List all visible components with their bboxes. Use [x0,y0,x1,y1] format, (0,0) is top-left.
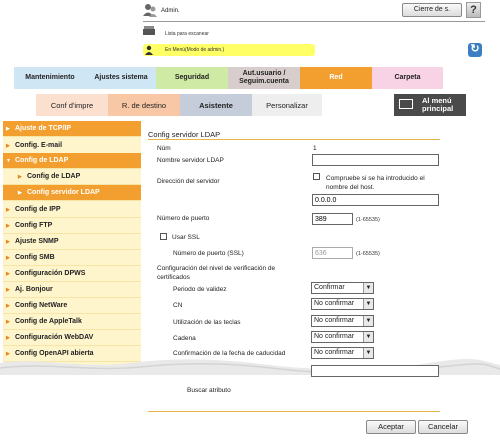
cn-select[interactable]: No confirmar ▼ [311,298,374,310]
subtab-label: R. de destino [121,100,167,110]
sidebar-item-tcpip[interactable]: Ajuste de TCP/IP [3,121,141,137]
tab-personalizar[interactable]: Personalizar [252,94,322,116]
tab-red[interactable]: Red [300,67,372,89]
chain-select[interactable]: No confirmar ▼ [311,331,374,343]
search-attribute-label: Buscar atributo [187,387,231,394]
sidebar-item-netware[interactable]: Config NetWare [3,298,141,314]
main-menu-button[interactable]: Al menú principal [394,94,466,116]
tab-label: Red [329,74,343,81]
cn-select-value: No confirmar [314,300,355,307]
sidebar-item-dpws[interactable]: Configuración DPWS [3,266,141,282]
chevron-down-icon: ▼ [363,299,373,309]
check-host-label: Compruebe si se ha introducido el nombre… [326,175,425,191]
tab-label: Aut.usuario / Seguim.cuenta [239,70,289,85]
mode-label: En Menú(Modo de admin.) [165,47,225,53]
tab-seguridad[interactable]: Seguridad [156,67,228,89]
scan-list-label[interactable]: Lista para escanear [165,31,209,37]
admin-mode-icon [145,45,153,55]
tab-mantenimiento[interactable]: Mantenimiento [14,67,86,89]
cancel-button[interactable]: Cancelar [418,420,468,434]
page-title: Config servidor LDAP [148,130,221,139]
refresh-icon[interactable]: ↻ [468,43,482,57]
logout-button[interactable]: Cierre de s. [402,3,462,17]
tab-aut-usuario[interactable]: Aut.usuario / Seguim.cuenta [228,67,300,89]
subtab-label: Asistente [199,100,233,110]
tab-asistente[interactable]: Asistente [180,94,252,116]
validity-select-value: Confirmar [314,284,345,291]
cert-level-label: Configuración del nivel de verificación … [157,265,276,281]
sidebar-item-email[interactable]: Config. E-mail [3,138,141,154]
key-usage-select-value: No confirmar [314,317,355,324]
num-value: 1 [313,145,317,152]
ssl-port-input[interactable] [312,247,353,259]
user-icon [143,4,157,17]
sidebar-item-bonjour[interactable]: Aj. Bonjour [3,282,141,298]
key-usage-select[interactable]: No confirmar ▼ [311,315,374,327]
validity-select[interactable]: Confirmar ▼ [311,282,374,294]
ssl-label: Usar SSL [172,234,200,241]
tab-label: Mantenimiento [25,74,75,81]
chain-label: Cadena [173,335,196,342]
sidebar-item-ipp[interactable]: Config de IPP [3,202,141,218]
tab-label: Carpeta [394,74,421,81]
sidebar-subitem-ldap-server[interactable]: Config servidor LDAP [3,185,141,201]
main-menu-label: Al menú principal [422,96,454,113]
expiry-select-value: No confirmar [314,349,355,356]
tab-label: Ajustes sistema [94,74,148,81]
search-attribute-input[interactable] [311,365,439,377]
help-button[interactable]: ? [466,2,481,18]
tab-carpeta[interactable]: Carpeta [372,67,443,89]
chevron-down-icon: ▼ [363,283,373,293]
ssl-port-range-hint: (1-65535) [356,251,380,257]
cn-label: CN [173,302,183,309]
subtab-label: Conf d'impre [50,100,94,110]
chain-select-value: No confirmar [314,333,355,340]
tab-r-destino[interactable]: R. de destino [108,94,180,116]
footer-divider [148,411,440,412]
server-address-input[interactable] [312,194,439,206]
port-input[interactable] [312,213,353,225]
sidebar-item-ftp[interactable]: Config FTP [3,218,141,234]
sidebar-item-ldap[interactable]: Config de LDAP [3,153,141,169]
scanner-icon [143,26,155,35]
title-divider [148,139,440,140]
sidebar-item-webdav[interactable]: Configuración WebDAV [3,330,141,346]
admin-label: Admin. [161,8,180,14]
header-divider [143,21,485,22]
chevron-down-icon: ▼ [363,316,373,326]
tab-ajustes-sistema[interactable]: Ajustes sistema [86,67,156,89]
sidebar-item-snmp[interactable]: Ajuste SNMP [3,234,141,250]
num-label: Núm [157,145,171,152]
accept-button[interactable]: Aceptar [366,420,416,434]
ssl-checkbox[interactable] [160,233,167,240]
ssl-port-label: Número de puerto (SSL) [173,250,244,257]
menu-icon [399,99,413,109]
port-label: Número de puerto [157,215,210,222]
check-host-checkbox[interactable] [313,173,320,180]
expiry-label: Confirmación de la fecha de caducidad [173,350,286,357]
sidebar-item-smb[interactable]: Config SMB [3,250,141,266]
server-name-input[interactable] [312,154,439,166]
tab-label: Seguridad [174,74,210,81]
sidebar-subitem-ldap[interactable]: Config de LDAP [3,169,141,185]
tab-conf-impre[interactable]: Conf d'impre [36,94,108,116]
sidebar-item-appletalk[interactable]: Config de AppleTalk [3,314,141,330]
validity-label: Periodo de validez [173,286,227,293]
key-usage-label: Utilización de las teclas [173,319,241,326]
port-range-hint: (1-65535) [356,217,380,223]
subtab-label: Personalizar [266,100,308,110]
server-address-label: Dirección del servidor [157,178,220,185]
server-name-label: Nombre servidor LDAP [157,157,224,164]
chevron-down-icon: ▼ [363,332,373,342]
